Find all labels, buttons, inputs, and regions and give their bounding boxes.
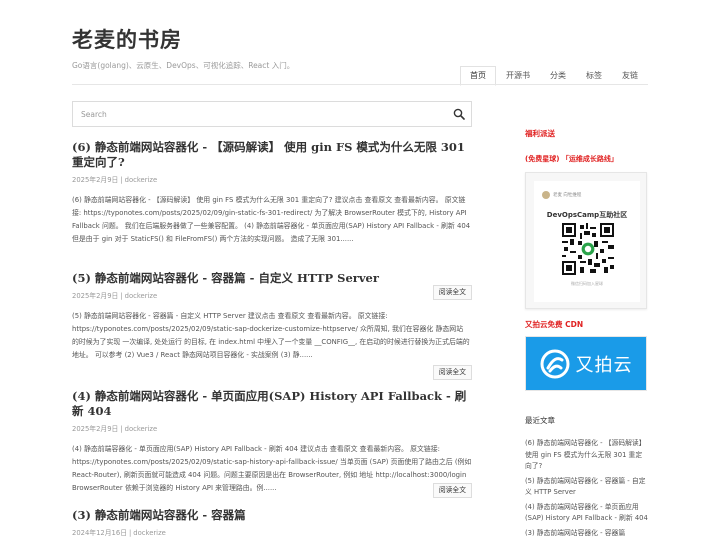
recent-posts-list: (6) 静态前端网站容器化 - 【源码解读】 使用 gin FS 模式为什么无限…	[525, 438, 648, 540]
post-date[interactable]: 2024年12月16日	[72, 529, 127, 537]
post-excerpt: (5) 静态前端网站容器化 - 容器篇 - 自定义 HTTP Server 建议…	[72, 312, 470, 359]
sidebar: 福利派送 (免费星球) 「运维成长路线」 老麦 向牡维程 DevOpsCamp互…	[525, 128, 648, 537]
search-form	[72, 101, 472, 127]
nav-item-friend-links[interactable]: 友链	[612, 66, 648, 86]
site-header: 老麦的书房 Go语言(golang)、云原生、DevOps、可视化追踪、Reac…	[72, 24, 648, 71]
recent-post-link[interactable]: (6) 静态前端网站容器化 - 【源码解读】 使用 gin FS 模式为什么无限…	[525, 438, 648, 473]
post-meta: 2025年2月9日 | dockerize	[72, 425, 158, 433]
post-title[interactable]: (6) 静态前端网站容器化 - 【源码解读】 使用 gin FS 模式为什么无限…	[72, 140, 472, 170]
post-item: (5) 静态前端网站容器化 - 容器篇 - 自定义 HTTP Server 20…	[72, 271, 472, 380]
search-input[interactable]	[73, 102, 433, 127]
post-item: (6) 静态前端网站容器化 - 【源码解读】 使用 gin FS 模式为什么无限…	[72, 140, 472, 300]
post-meta: 2025年2月9日 | dockerize	[72, 176, 158, 184]
post-author[interactable]: dockerize	[133, 529, 166, 537]
qr-note: 微信扫码加入星球	[571, 281, 603, 286]
upyun-logo-text: 又拍云	[575, 354, 633, 376]
nav-divider	[72, 84, 648, 85]
recent-post-link[interactable]: (3) 静态前端网站容器化 - 容器篇	[525, 528, 648, 540]
post-date[interactable]: 2025年2月9日	[72, 292, 118, 300]
recent-post-link[interactable]: (4) 静态前端网站容器化 - 单页面应用(SAP) History API F…	[525, 502, 648, 525]
nav-item-tags[interactable]: 标签	[576, 66, 612, 86]
qr-account-name: 老麦 向牡维程	[553, 193, 582, 198]
upyun-logo-icon	[540, 349, 569, 378]
post-excerpt: (4) 静态前端容器化 - 单页面应用(SAP) History API Fal…	[72, 445, 472, 492]
post-title[interactable]: (3) 静态前端网站容器化 - 容器篇	[72, 508, 472, 523]
upyun-widget-title: 又拍云免费 CDN	[525, 320, 584, 329]
welfare-widget-title: 福利派送	[525, 129, 555, 138]
post-date[interactable]: 2025年2月9日	[72, 176, 118, 184]
avatar	[542, 191, 550, 199]
post-meta: 2025年2月9日 | dockerize	[72, 292, 158, 300]
main-nav: 首页 开源书 分类 标签 友链	[460, 66, 648, 86]
post-author[interactable]: dockerize	[125, 176, 158, 184]
qr-account: 老麦 向牡维程	[542, 191, 581, 199]
post-item: (4) 静态前端网站容器化 - 单页面应用(SAP) History API F…	[72, 389, 472, 498]
qr-community-name: DevOpsCamp互助社区	[546, 211, 628, 219]
post-author[interactable]: dockerize	[125, 292, 158, 300]
post-item: (3) 静态前端网站容器化 - 容器篇 2024年12月16日 | dockeriz…	[72, 508, 472, 537]
post-author[interactable]: dockerize	[125, 425, 158, 433]
qr-code-icon	[562, 223, 614, 275]
recent-posts-title: 最近文章	[525, 416, 555, 425]
site-title[interactable]: 老麦的书房	[72, 24, 648, 54]
read-more-button[interactable]: 阅读全文	[432, 365, 472, 380]
read-more-button[interactable]: 阅读全文	[432, 483, 472, 498]
upyun-banner[interactable]: 又拍云	[525, 336, 647, 391]
main-content: (6) 静态前端网站容器化 - 【源码解读】 使用 gin FS 模式为什么无限…	[72, 101, 472, 537]
nav-item-home[interactable]: 首页	[460, 66, 496, 86]
post-date[interactable]: 2025年2月9日	[72, 425, 118, 433]
post-title[interactable]: (4) 静态前端网站容器化 - 单页面应用(SAP) History API F…	[72, 389, 472, 419]
recent-post-link[interactable]: (5) 静态前端网站容器化 - 容器篇 - 自定义 HTTP Server	[525, 476, 648, 499]
post-meta: 2024年12月16日 | dockerize	[72, 529, 166, 537]
qr-card[interactable]: 老麦 向牡维程 DevOpsCamp互助社区 微信扫码加入星球	[525, 172, 647, 309]
nav-item-categories[interactable]: 分类	[540, 66, 576, 86]
promo-link[interactable]: (免费星球) 「运维成长路线」	[525, 154, 618, 164]
search-icon[interactable]	[453, 108, 465, 120]
nav-item-open-books[interactable]: 开源书	[496, 66, 540, 86]
qr-card-inner: 老麦 向牡维程 DevOpsCamp互助社区 微信扫码加入星球	[534, 181, 640, 302]
post-excerpt: (6) 静态前端网站容器化 - 【源码解读】 使用 gin FS 模式为什么无限…	[72, 196, 471, 243]
post-title[interactable]: (5) 静态前端网站容器化 - 容器篇 - 自定义 HTTP Server	[72, 271, 472, 286]
